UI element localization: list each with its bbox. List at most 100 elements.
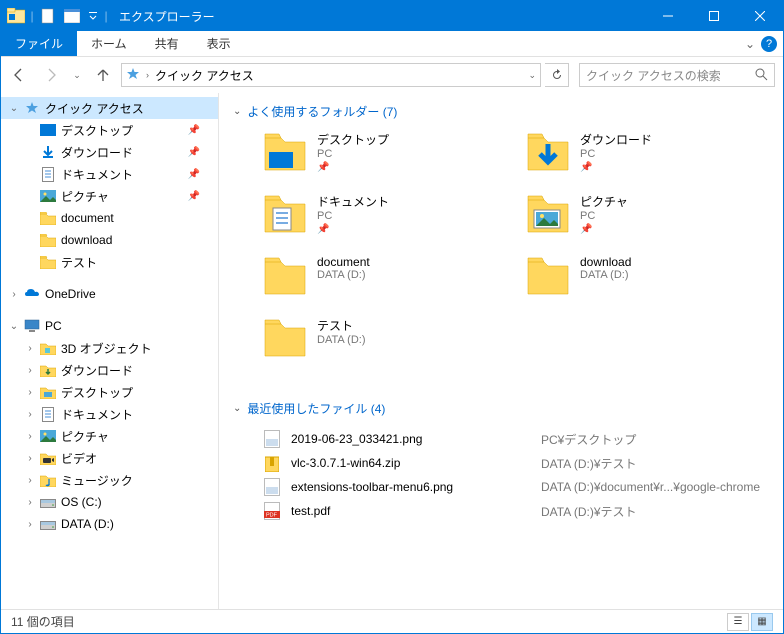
sidebar-pc[interactable]: ⌄ PC bbox=[1, 315, 218, 337]
file-path: PC¥デスクトップ bbox=[541, 431, 636, 448]
minimize-button[interactable] bbox=[645, 1, 691, 31]
chevron-right-icon[interactable]: › bbox=[23, 365, 37, 376]
sidebar-item-label: DATA (D:) bbox=[61, 517, 114, 531]
recent-group-header[interactable]: ⌄ 最近使用したファイル (4) bbox=[233, 400, 769, 417]
qat-separator: | bbox=[29, 5, 35, 27]
tab-home[interactable]: ホーム bbox=[77, 31, 141, 56]
sidebar-item-label: 3D オブジェクト bbox=[61, 340, 152, 357]
sidebar-qa-item[interactable]: テスト bbox=[1, 251, 218, 273]
maximize-button[interactable] bbox=[691, 1, 737, 31]
refresh-button[interactable] bbox=[545, 63, 569, 87]
chevron-right-icon[interactable]: › bbox=[23, 497, 37, 508]
chevron-right-icon[interactable]: › bbox=[23, 343, 37, 354]
sidebar-qa-item[interactable]: ピクチャ📌 bbox=[1, 185, 218, 207]
up-button[interactable] bbox=[89, 61, 117, 89]
folder-item[interactable]: downloadDATA (D:) bbox=[526, 254, 769, 314]
chevron-down-icon[interactable]: ⌄ bbox=[233, 106, 241, 117]
sidebar-pc-item[interactable]: › OS (C:) bbox=[1, 491, 218, 513]
tab-share[interactable]: 共有 bbox=[141, 31, 193, 56]
titlebar: | | エクスプローラー bbox=[1, 1, 783, 31]
pin-icon: 📌 bbox=[580, 224, 628, 235]
folder-item[interactable]: デスクトップPC📌 bbox=[263, 130, 506, 190]
folder-name: ドキュメント bbox=[317, 193, 389, 210]
search-box[interactable]: クイック アクセスの検索 bbox=[579, 63, 775, 87]
recent-locations-button[interactable]: ⌄ bbox=[69, 61, 85, 89]
sidebar-pc-item[interactable]: ›ダウンロード bbox=[1, 359, 218, 381]
folder-location: DATA (D:) bbox=[317, 269, 370, 281]
tab-view[interactable]: 表示 bbox=[193, 31, 245, 56]
chevron-right-icon[interactable]: › bbox=[7, 289, 21, 300]
back-button[interactable] bbox=[5, 61, 33, 89]
sidebar-item-label: OS (C:) bbox=[61, 495, 102, 509]
details-view-button[interactable]: ☰ bbox=[727, 613, 749, 631]
folders-group-header[interactable]: ⌄ よく使用するフォルダー (7) bbox=[233, 103, 769, 120]
recent-file-item[interactable]: 2019-06-23_033421.pngPC¥デスクトップ bbox=[263, 427, 769, 451]
sidebar-pc-item[interactable]: ›ミュージック bbox=[1, 469, 218, 491]
sidebar-qa-item[interactable]: download bbox=[1, 229, 218, 251]
address-chevron-icon[interactable]: › bbox=[146, 70, 149, 80]
folder-icon bbox=[263, 316, 307, 360]
png-file-icon bbox=[263, 478, 281, 496]
sidebar-pc-item[interactable]: ›ドキュメント bbox=[1, 403, 218, 425]
folder-icon bbox=[263, 130, 307, 174]
pc-icon bbox=[23, 318, 41, 334]
content-pane[interactable]: ⌄ よく使用するフォルダー (7) デスクトップPC📌ダウンロードPC📌ドキュメ… bbox=[219, 93, 783, 609]
folder-location: PC bbox=[580, 148, 652, 160]
sidebar-pc-item[interactable]: ›ビデオ bbox=[1, 447, 218, 469]
recent-file-item[interactable]: PDFtest.pdfDATA (D:)¥テスト bbox=[263, 499, 769, 523]
pin-icon: 📌 bbox=[317, 224, 389, 235]
sidebar-item-label: ドキュメント bbox=[61, 166, 133, 183]
chevron-down-icon[interactable]: ⌄ bbox=[7, 321, 21, 332]
folder-icon bbox=[526, 130, 570, 174]
qat-dropdown-icon[interactable] bbox=[85, 5, 101, 27]
chevron-right-icon[interactable]: › bbox=[23, 519, 37, 530]
sidebar-item-label: ピクチャ bbox=[61, 188, 109, 205]
recent-file-item[interactable]: extensions-toolbar-menu6.pngDATA (D:)¥do… bbox=[263, 475, 769, 499]
help-icon[interactable]: ? bbox=[761, 36, 777, 52]
folder-item[interactable]: テストDATA (D:) bbox=[263, 316, 506, 376]
sidebar-qa-item[interactable]: ドキュメント📌 bbox=[1, 163, 218, 185]
pin-icon: 📌 bbox=[188, 125, 200, 136]
folder-item[interactable]: ピクチャPC📌 bbox=[526, 192, 769, 252]
pin-icon: 📌 bbox=[580, 162, 652, 173]
chevron-right-icon[interactable]: › bbox=[23, 475, 37, 486]
drive-icon bbox=[39, 516, 57, 532]
folder-item[interactable]: ダウンロードPC📌 bbox=[526, 130, 769, 190]
sidebar-quick-access[interactable]: ⌄ クイック アクセス bbox=[1, 97, 218, 119]
address-dropdown-icon[interactable]: ⌄ bbox=[528, 70, 536, 81]
sidebar-qa-item[interactable]: デスクトップ📌 bbox=[1, 119, 218, 141]
folder-item[interactable]: documentDATA (D:) bbox=[263, 254, 506, 314]
ribbon-tabs: ファイル ホーム 共有 表示 ⌄ ? bbox=[1, 31, 783, 57]
main-area: ⌄ クイック アクセス デスクトップ📌ダウンロード📌ドキュメント📌ピクチャ📌do… bbox=[1, 93, 783, 609]
file-tab[interactable]: ファイル bbox=[1, 31, 77, 56]
navigation-pane[interactable]: ⌄ クイック アクセス デスクトップ📌ダウンロード📌ドキュメント📌ピクチャ📌do… bbox=[1, 93, 219, 609]
chevron-down-icon[interactable]: ⌄ bbox=[7, 103, 21, 114]
chevron-right-icon[interactable]: › bbox=[23, 453, 37, 464]
quick-access-toolbar: | | bbox=[1, 5, 113, 27]
folder-name: download bbox=[580, 255, 631, 269]
sidebar-pc-item[interactable]: ›デスクトップ bbox=[1, 381, 218, 403]
chevron-right-icon[interactable]: › bbox=[23, 431, 37, 442]
large-icons-view-button[interactable]: ▦ bbox=[751, 613, 773, 631]
close-button[interactable] bbox=[737, 1, 783, 31]
sidebar-qa-item[interactable]: ダウンロード📌 bbox=[1, 141, 218, 163]
sidebar-pc-item[interactable]: › 3D オブジェクト bbox=[1, 337, 218, 359]
forward-button[interactable] bbox=[37, 61, 65, 89]
recent-file-item[interactable]: vlc-3.0.7.1-win64.zipDATA (D:)¥テスト bbox=[263, 451, 769, 475]
sidebar-pc-item[interactable]: › DATA (D:) bbox=[1, 513, 218, 535]
folder-icon bbox=[39, 254, 57, 270]
folder-name: デスクトップ bbox=[317, 131, 389, 148]
chevron-right-icon[interactable]: › bbox=[23, 409, 37, 420]
chevron-right-icon[interactable]: › bbox=[23, 387, 37, 398]
address-bar[interactable]: › クイック アクセス ⌄ bbox=[121, 63, 541, 87]
sidebar-qa-item[interactable]: document bbox=[1, 207, 218, 229]
sidebar-pc-item[interactable]: ›ピクチャ bbox=[1, 425, 218, 447]
properties-icon[interactable] bbox=[61, 5, 83, 27]
folder-item[interactable]: ドキュメントPC📌 bbox=[263, 192, 506, 252]
chevron-down-icon[interactable]: ⌄ bbox=[233, 403, 241, 414]
ribbon-expand-icon[interactable]: ⌄ bbox=[745, 37, 755, 51]
new-file-icon[interactable] bbox=[37, 5, 59, 27]
pictures-icon bbox=[39, 428, 57, 444]
search-placeholder: クイック アクセスの検索 bbox=[586, 67, 721, 84]
sidebar-onedrive[interactable]: › OneDrive bbox=[1, 283, 218, 305]
